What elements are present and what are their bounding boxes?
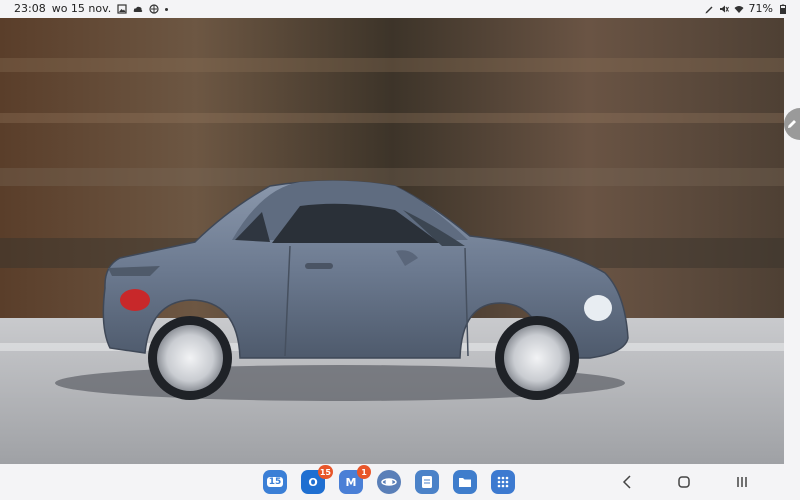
home-icon (678, 476, 690, 488)
files-app-icon[interactable] (453, 470, 477, 494)
pencil-icon (788, 120, 796, 128)
internet-planet-icon (381, 478, 397, 486)
home-button[interactable] (672, 472, 696, 492)
calendar-app-icon[interactable]: 15 (263, 470, 287, 494)
mute-icon (719, 5, 729, 13)
grid-icon (497, 476, 509, 488)
notes-icon (422, 476, 432, 488)
app-dock: 15 O 15 M 1 (263, 465, 515, 494)
app-drawer-button[interactable] (491, 470, 515, 494)
recents-button[interactable] (730, 472, 754, 492)
battery-percent: 71% (748, 2, 773, 15)
folder-icon (459, 478, 471, 487)
outlook-glyph: O (308, 475, 318, 489)
recents-icon (737, 477, 747, 487)
car-photo (0, 18, 784, 464)
internet-app-icon[interactable] (377, 470, 401, 494)
status-left: 23:08 wo 15 nov. (14, 2, 169, 16)
taskbar: 15 O 15 M 1 (0, 464, 800, 500)
gmail-app-icon[interactable]: M 1 (339, 465, 371, 494)
clock: 23:08 (14, 2, 46, 15)
date: wo 15 nov. (51, 2, 112, 15)
gmail-badge: 1 (357, 465, 371, 479)
photo-viewer[interactable] (0, 18, 784, 464)
vpn-icon (149, 4, 159, 14)
gallery-icon (117, 4, 127, 14)
battery-icon (780, 4, 786, 14)
wifi-icon (734, 6, 744, 13)
notes-app-icon[interactable] (415, 470, 439, 494)
calendar-date: 15 (266, 477, 284, 487)
right-gutter (784, 18, 800, 464)
outlook-badge: 15 (317, 465, 333, 479)
back-button[interactable] (615, 472, 639, 492)
pen-icon (705, 6, 713, 14)
notification-dot (165, 7, 169, 11)
cloud-icon (133, 6, 143, 12)
outlook-app-icon[interactable]: O 15 (301, 465, 333, 494)
status-bar: 23:08 wo 15 nov. 71% (0, 0, 800, 18)
back-icon (622, 475, 631, 489)
status-right: 71% (704, 2, 788, 16)
gmail-glyph: M (345, 475, 357, 489)
